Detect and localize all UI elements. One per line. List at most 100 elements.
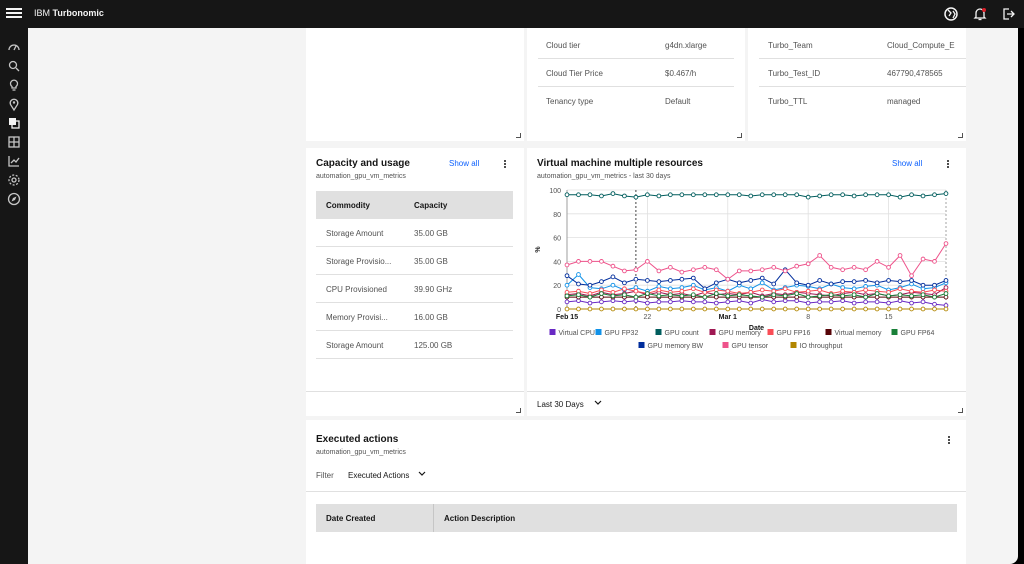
data-point	[564, 306, 570, 312]
legend-label: GPU memory BW	[648, 343, 704, 350]
time-range-value: Last 30 Days	[537, 400, 584, 409]
legend-label: GPU FP64	[901, 330, 935, 337]
legend-label: Virtual memory	[835, 330, 882, 337]
data-point	[564, 299, 570, 305]
data-point	[599, 279, 604, 284]
legend-swatch	[722, 342, 729, 348]
data-point	[759, 287, 765, 293]
data-point	[610, 274, 616, 280]
notification-bell-icon[interactable]	[972, 6, 988, 22]
resize-handle[interactable]	[737, 133, 742, 138]
data-point	[645, 291, 650, 296]
globe-icon[interactable]	[943, 6, 959, 22]
data-point	[576, 192, 581, 198]
column-header-capacity[interactable]: Capacity	[414, 201, 447, 210]
property-label: Tenancy type	[546, 97, 594, 106]
workloads-icon[interactable]	[6, 115, 22, 131]
data-point	[943, 241, 949, 246]
data-point	[656, 287, 662, 293]
data-point	[828, 281, 834, 287]
table-row[interactable]: Storage Provisio... 35.00 GB	[316, 247, 513, 275]
table-grid-icon[interactable]	[6, 134, 22, 150]
data-point	[828, 192, 834, 198]
resize-handle[interactable]	[958, 133, 963, 138]
data-point	[725, 192, 731, 198]
overflow-menu-icon[interactable]	[502, 159, 508, 169]
resize-handle[interactable]	[958, 408, 963, 413]
data-point	[909, 288, 914, 294]
data-point	[909, 293, 914, 299]
data-point	[610, 293, 616, 299]
vm-show-all-link[interactable]: Show all	[892, 159, 922, 168]
chart-line-icon[interactable]	[6, 153, 22, 169]
filter-dropdown[interactable]: Executed Actions	[348, 471, 426, 480]
capacity-show-all-link[interactable]: Show all	[449, 159, 479, 168]
data-point	[713, 267, 719, 273]
dashboard-gauge-icon[interactable]	[6, 39, 22, 55]
y-axis-title: %	[535, 246, 542, 253]
data-point	[587, 282, 593, 288]
chevron-down-icon	[594, 400, 602, 405]
overflow-menu-icon[interactable]	[945, 159, 951, 169]
data-point	[920, 282, 926, 288]
chevron-down-icon	[418, 471, 426, 476]
logout-icon[interactable]	[1000, 6, 1016, 22]
data-point	[805, 194, 811, 200]
property-label: Cloud tier	[546, 41, 581, 50]
legend-swatch	[595, 329, 602, 335]
data-point	[863, 278, 868, 283]
column-header-date-created[interactable]: Date Created	[326, 514, 375, 523]
table-row[interactable]: Storage Amount 35.00 GB	[316, 219, 513, 247]
capacity-cell: 35.00 GB	[414, 229, 448, 238]
settings-gear-icon[interactable]	[6, 172, 22, 188]
data-point	[679, 276, 685, 282]
data-point	[576, 292, 581, 298]
overflow-menu-icon[interactable]	[946, 435, 952, 445]
data-point	[645, 306, 650, 312]
data-point	[736, 268, 742, 274]
table-row[interactable]: CPU Provisioned 39.90 GHz	[316, 275, 513, 303]
resize-handle[interactable]	[516, 408, 521, 413]
data-point	[633, 267, 639, 273]
executed-actions-panel: Executed actions automation_gpu_vm_metri…	[306, 420, 966, 564]
data-point	[736, 280, 742, 286]
hamburger-menu-icon[interactable]	[6, 6, 22, 22]
data-point	[851, 300, 857, 306]
data-point	[943, 291, 949, 296]
app-brand[interactable]: IBM Turbonomic	[34, 8, 104, 18]
search-icon[interactable]	[6, 58, 22, 74]
data-point	[851, 292, 857, 298]
brand-prefix: IBM	[34, 8, 51, 18]
panel-top-left	[306, 28, 524, 141]
vm-resources-line-chart[interactable]: 020406080100Feb 15 22 Mar 1 8 15Date%Virtual…	[527, 186, 966, 391]
data-point	[920, 306, 926, 312]
y-tick-label: 20	[553, 283, 561, 290]
data-point	[920, 193, 926, 199]
table-row[interactable]: Memory Provisi... 16.00 GB	[316, 303, 513, 331]
y-tick-label: 60	[553, 236, 561, 243]
capacity-cell: 35.00 GB	[414, 257, 448, 266]
data-point	[897, 286, 903, 292]
resize-handle[interactable]	[516, 133, 521, 138]
data-point	[736, 306, 742, 312]
lightbulb-icon[interactable]	[6, 77, 22, 93]
time-range-dropdown[interactable]: Last 30 Days	[537, 400, 602, 409]
main-content: Cloud tier g4dn.xlarge Cloud Tier Price $0…	[28, 28, 1018, 564]
compass-icon[interactable]	[6, 191, 22, 207]
column-header-commodity[interactable]: Commodity	[326, 201, 370, 210]
data-point	[840, 306, 845, 312]
column-header-action-description[interactable]: Action Description	[444, 514, 515, 523]
data-point	[909, 278, 914, 283]
legend-label: Virtual CPU	[559, 330, 595, 337]
data-point	[645, 278, 650, 283]
table-row[interactable]: Storage Amount 125.00 GB	[316, 331, 513, 359]
legend-swatch	[891, 329, 898, 335]
data-point	[587, 294, 593, 300]
data-point	[817, 306, 823, 312]
data-point	[851, 279, 857, 284]
data-point	[863, 192, 868, 198]
data-point	[748, 278, 754, 283]
data-point	[633, 276, 639, 282]
data-point	[932, 301, 937, 307]
location-pin-icon[interactable]	[6, 96, 22, 112]
